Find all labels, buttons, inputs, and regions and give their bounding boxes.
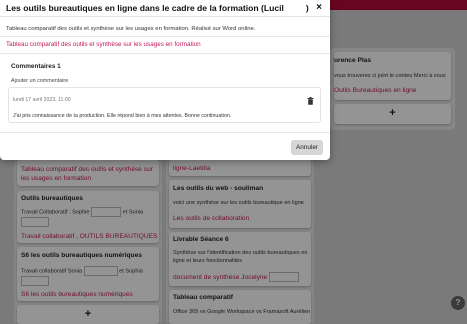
comments-heading: Commentaires 1 — [11, 63, 61, 70]
modal-header: Les outils bureautiques en ligne dans le… — [0, 0, 330, 17]
cancel-button[interactable]: Annuler — [291, 140, 323, 155]
add-comment-link[interactable]: Ajouter un commentaire — [11, 78, 68, 84]
document-link[interactable]: Tableau comparatif des outils et synthès… — [6, 41, 201, 48]
comment-modal: Les outils bureautiques en ligne dans le… — [0, 0, 330, 160]
comment-item: lundi 17 avril 2023, 11:00 J'ai pris con… — [8, 87, 321, 123]
divider — [0, 53, 330, 54]
trash-icon[interactable] — [307, 97, 314, 105]
modal-description: Tableau comparatif des outils et synthès… — [6, 26, 256, 32]
divider — [0, 36, 330, 37]
modal-title-end: ) — [305, 3, 309, 13]
divider — [0, 132, 330, 133]
comment-date: lundi 17 avril 2023, 11:00 — [13, 97, 71, 103]
modal-title: Les outils bureautiques en ligne dans le… — [6, 3, 309, 14]
close-icon[interactable]: × — [313, 1, 325, 15]
comment-text: J'ai pris connaissance de ta production.… — [13, 113, 232, 119]
modal-title-text: Les outils bureautiques en ligne dans le… — [6, 3, 284, 13]
redacted-name — [283, 3, 306, 14]
